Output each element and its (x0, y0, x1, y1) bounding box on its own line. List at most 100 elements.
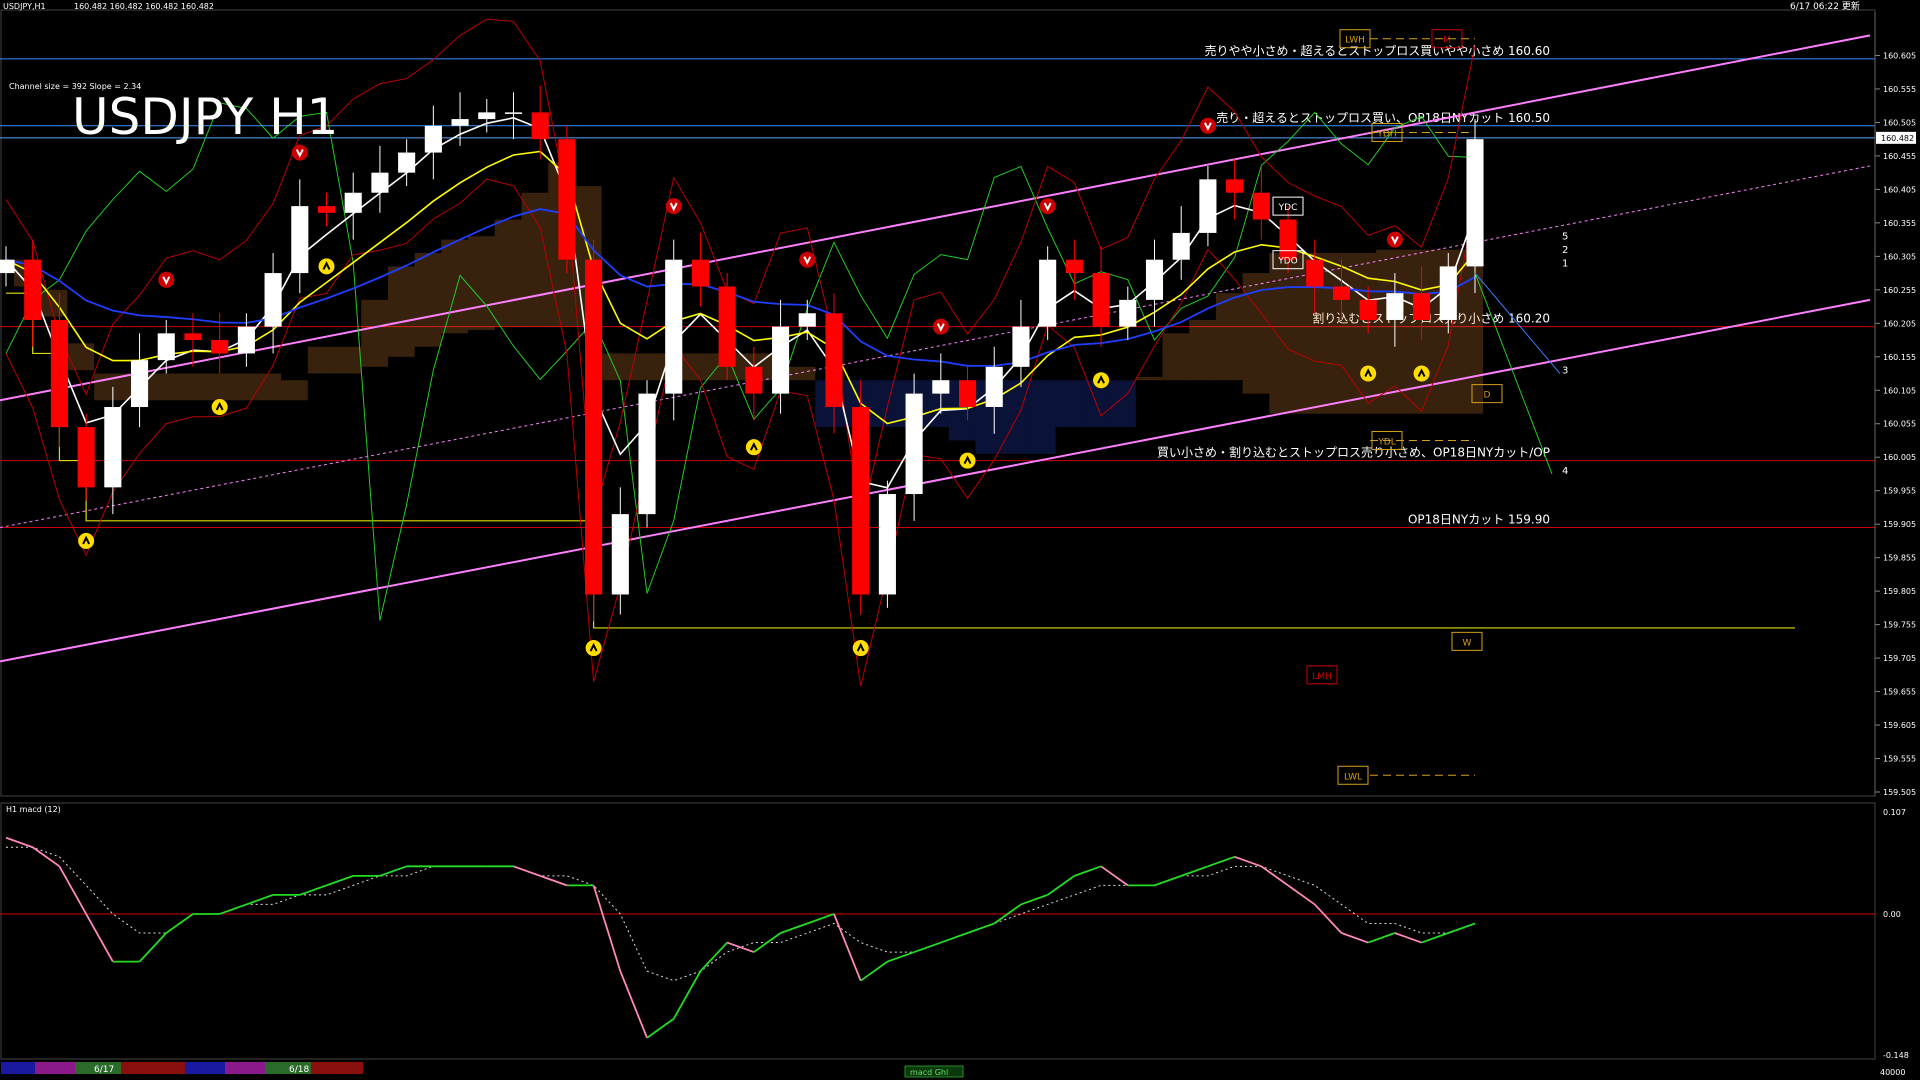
price-tick-label: 159.605 (1883, 721, 1916, 730)
price-tick-label: 160.605 (1883, 51, 1916, 60)
candle-body (184, 333, 202, 341)
candle-body (852, 407, 870, 595)
candle-body (211, 340, 229, 354)
cloud-segment (681, 353, 709, 381)
pivot-label: LMH (1312, 672, 1332, 682)
price-tick-label: 159.555 (1883, 755, 1916, 764)
candle-body (932, 380, 950, 394)
candle-body (691, 259, 709, 287)
bottom-number: 40000 (1880, 1068, 1905, 1077)
price-tick-label: 160.555 (1883, 85, 1916, 94)
candle-body (424, 125, 442, 153)
cloud-segment (1162, 333, 1190, 381)
candle-body (0, 259, 15, 274)
cloud-segment (601, 353, 629, 381)
candle-body (905, 393, 923, 495)
price-tick-label: 160.305 (1883, 252, 1916, 261)
buy-signal-marker (745, 439, 762, 456)
pivot-label: LWL (1344, 772, 1362, 782)
price-tick-label: 160.255 (1883, 286, 1916, 295)
candle-body (371, 172, 389, 193)
candle-body (478, 112, 496, 120)
sell-signal-marker (291, 144, 308, 161)
date-label-6-18: 6/18 (289, 1065, 309, 1075)
candle-body (1252, 192, 1270, 220)
candle-body (50, 319, 68, 428)
candle-body (558, 139, 576, 260)
candle-body (798, 313, 816, 327)
buy-signal-marker (1360, 365, 1377, 382)
candle-body (772, 326, 790, 394)
candle-body (585, 259, 603, 595)
price-tick-label: 160.055 (1883, 420, 1916, 429)
sell-signal-marker (799, 251, 816, 268)
sell-signal-marker (1199, 117, 1216, 134)
candle-body (130, 360, 149, 407)
candle-body (1306, 259, 1324, 287)
candle-body (77, 427, 95, 488)
candle-body (745, 366, 763, 394)
cloud-segment (147, 373, 175, 401)
chart-canvas[interactable]: 売りやや小さめ・超えるとストップロス買いやや小さめ 160.60 売り・超えるとス… (0, 0, 1920, 1080)
candle-body (1226, 179, 1244, 193)
buy-signal-marker (959, 452, 976, 469)
pivot-label: YDO (1277, 257, 1298, 267)
candle-body (878, 494, 896, 595)
macd-tick-label: 0.00 (1883, 910, 1901, 919)
cloud-segment (788, 366, 816, 381)
cloud-segment (174, 373, 201, 401)
wave-label: 3 (1562, 366, 1568, 377)
cloud-segment (1189, 319, 1216, 381)
price-tick-label: 159.505 (1883, 788, 1916, 797)
bottom-label: macd Ghl (910, 1068, 948, 1077)
price-tick-label: 159.805 (1883, 587, 1916, 596)
price-tick-label: 160.505 (1883, 118, 1916, 127)
sell-signal-marker (932, 318, 949, 335)
buy-signal-marker (78, 532, 95, 549)
candle-body (1279, 219, 1297, 260)
candle-body (1439, 266, 1457, 320)
price-tick-label: 159.855 (1883, 554, 1916, 563)
price-tick-label: 160.355 (1883, 219, 1916, 228)
candle-body (1172, 232, 1190, 260)
cloud-segment (254, 373, 282, 401)
price-tick-label: 160.005 (1883, 453, 1916, 462)
candle-body (1332, 286, 1351, 300)
cloud-segment (334, 346, 362, 374)
candle-body (1199, 179, 1217, 233)
pivot-label: YDL (1377, 437, 1395, 447)
wave-label: 5 (1562, 232, 1568, 243)
candle-body (157, 333, 175, 361)
cloud-segment (1269, 253, 1297, 414)
candle-body (1386, 293, 1404, 320)
candle-body (504, 112, 523, 114)
cloud-segment (1055, 380, 1083, 428)
candle-body (104, 407, 122, 488)
main-title: USDJPY H1 (72, 88, 338, 146)
pivot-label: YDH (1376, 129, 1396, 139)
candle-body (1413, 293, 1431, 320)
candle-body (24, 259, 42, 320)
price-tick-label: 160.455 (1883, 152, 1916, 161)
candle-body (237, 326, 255, 354)
buy-signal-marker (211, 399, 228, 415)
price-tick-label: 159.655 (1883, 688, 1916, 697)
candle-body (1145, 259, 1164, 300)
sell-signal-marker (158, 271, 175, 288)
price-tick-label: 159.755 (1883, 621, 1916, 630)
candle-body (291, 206, 309, 274)
symbol-info: USDJPY,H1 (3, 2, 46, 11)
candle-body (344, 192, 362, 213)
pivot-label: W (1463, 638, 1472, 648)
level-label: 売り・超えるとストップロス買い、OP18日NYカット 160.50 (1216, 110, 1550, 125)
buy-signal-marker (1413, 365, 1430, 382)
ohlc-info: 160.482 160.482 160.482 160.482 (74, 2, 214, 11)
candle-body (1119, 299, 1137, 327)
price-tick-label: 159.905 (1883, 520, 1916, 529)
level-label: 買い小さめ・割り込むとストップロス売り小さめ、OP18日NYカット/OP (1157, 445, 1550, 460)
candle-body (665, 259, 683, 394)
pivot-label: M (1443, 36, 1451, 46)
background (0, 0, 1920, 1080)
cloud-segment (468, 236, 495, 330)
level-label: 売りやや小さめ・超えるとストップロス買いやや小さめ 160.60 (1205, 43, 1550, 58)
